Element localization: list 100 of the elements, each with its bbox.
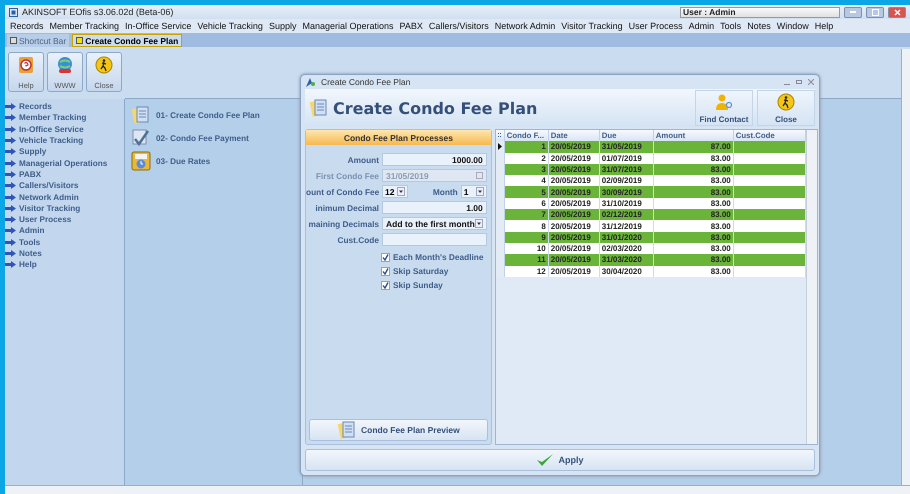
sidebar-item[interactable]: Vehicle Tracking	[5, 134, 124, 146]
close-icon[interactable]	[10, 37, 17, 44]
sidebar-item[interactable]: Managerial Operations	[5, 157, 124, 169]
shortcut-item[interactable]: 01- Create Condo Fee Plan	[131, 105, 296, 125]
restore-button[interactable]	[866, 6, 884, 18]
shortcut-item[interactable]: 03- Due Rates	[131, 151, 296, 171]
menu-item[interactable]: Callers/Visitors	[426, 21, 492, 31]
menu-item[interactable]: Notes	[744, 21, 774, 31]
menu-item[interactable]: Visitor Tracking	[558, 21, 626, 31]
input-field[interactable]	[382, 233, 487, 246]
sidebar-item[interactable]: Records	[5, 101, 124, 112]
sidebar-label: PABX	[19, 170, 42, 179]
menu-item[interactable]: Help	[812, 21, 836, 31]
minimize-button[interactable]	[844, 6, 862, 18]
field-label: Amount	[346, 154, 379, 164]
sidebar-item[interactable]: Help	[5, 259, 124, 270]
arrow-icon	[5, 114, 16, 122]
menu-item[interactable]: Window	[774, 21, 812, 31]
sidebar-item[interactable]: Callers/Visitors	[5, 180, 124, 192]
table-cell: 20/05/2019	[548, 220, 600, 232]
sidebar-label: Member Tracking	[19, 113, 86, 122]
table-row[interactable]: 7 20/05/2019 02/12/2019 83.00	[496, 209, 806, 220]
dropdown-caret-icon[interactable]	[474, 219, 483, 228]
sidebar-label: Callers/Visitors	[19, 181, 78, 190]
table-row[interactable]: 3 20/05/2019 31/07/2019 83.00	[496, 164, 806, 176]
table-cell: 87.00	[654, 141, 734, 153]
sidebar-item[interactable]: In-Office Service	[5, 124, 124, 135]
checkbox[interactable]	[381, 252, 390, 262]
sidebar-item[interactable]: Network Admin	[5, 191, 124, 203]
table-cell: 1	[504, 141, 549, 153]
scrollbar[interactable]	[901, 49, 910, 485]
shortcut-item[interactable]: 02- Condo Fee Payment	[131, 128, 296, 148]
sidebar-label: Network Admin	[19, 192, 79, 202]
menu-item[interactable]: Supply	[266, 21, 300, 31]
menu-item[interactable]: PABX	[396, 21, 426, 31]
tab[interactable]: Create Condo Fee Plan	[72, 34, 182, 47]
close-icon[interactable]	[808, 79, 814, 85]
input-field[interactable]: 1.00	[382, 201, 487, 214]
arrow-icon	[5, 250, 16, 257]
dropdown[interactable]: 12	[382, 185, 408, 198]
sidebar-item[interactable]: Member Tracking	[5, 112, 124, 124]
sidebar-item[interactable]: User Process	[5, 214, 124, 226]
table-row[interactable]: 11 20/05/2019 31/03/2020 83.00	[496, 254, 806, 266]
close-icon[interactable]	[76, 37, 84, 44]
table-cell: 5	[504, 186, 549, 198]
sidebar-label: Admin	[19, 226, 44, 236]
shortcut-label: 01- Create Condo Fee Plan	[156, 110, 260, 120]
menu-item[interactable]: Vehicle Tracking	[194, 21, 266, 31]
walking-figure-icon	[777, 93, 795, 111]
input-field[interactable]: 1000.00	[382, 153, 487, 166]
maximize-icon[interactable]	[796, 79, 802, 85]
field-label: ount of Condo Fee	[306, 186, 379, 196]
checkbox[interactable]	[381, 266, 390, 276]
menu-item[interactable]: Network Admin	[492, 21, 558, 31]
scrollbar[interactable]	[806, 130, 817, 444]
header-button[interactable]: Find Contact	[695, 90, 753, 126]
table-cell: 30/09/2019	[600, 186, 654, 198]
sidebar-item[interactable]: Notes	[5, 248, 124, 260]
checkbox-label: Skip Saturday	[393, 266, 448, 276]
preview-button[interactable]: Condo Fee Plan Preview	[309, 419, 488, 441]
table-row[interactable]: 10 20/05/2019 02/03/2020 83.00	[496, 242, 806, 254]
table-row[interactable]: 5 20/05/2019 30/09/2019 83.00	[496, 186, 806, 198]
menu-item[interactable]: Managerial Operations	[299, 21, 397, 31]
sidebar-item[interactable]: PABX	[5, 168, 124, 180]
table-row[interactable]: 8 20/05/2019 31/12/2019 83.00	[496, 220, 806, 232]
dropdown-caret-icon[interactable]	[397, 187, 405, 196]
tab[interactable]: Shortcut Bar	[7, 34, 70, 47]
table-cell: 20/05/2019	[548, 186, 600, 198]
sidebar-item[interactable]: Admin	[5, 225, 124, 237]
arrow-icon	[5, 227, 16, 234]
scrollbar[interactable]	[5, 485, 910, 494]
documents-icon	[309, 98, 329, 118]
calendar-icon[interactable]	[476, 172, 483, 179]
table-row[interactable]: 1 20/05/2019 31/05/2019 87.00	[496, 141, 806, 153]
menu-item[interactable]: User Process	[626, 21, 686, 31]
header-button[interactable]: Close	[757, 90, 815, 126]
menu-item[interactable]: Admin	[686, 21, 718, 31]
checkmark-icon	[536, 453, 554, 467]
menu-item[interactable]: In-Office Service	[122, 21, 194, 31]
sidebar-item[interactable]: Supply	[5, 146, 124, 158]
menu-item[interactable]: Records	[7, 21, 47, 31]
dropdown[interactable]: 1	[460, 185, 487, 198]
menu-item[interactable]: Tools	[717, 21, 744, 31]
sidebar-item[interactable]: Visitor Tracking	[5, 202, 124, 214]
menu-item[interactable]: Member Tracking	[46, 21, 122, 31]
table-row[interactable]: 12 20/05/2019 30/04/2020 83.00	[496, 266, 806, 277]
table-cell: 83.00	[654, 164, 734, 176]
apply-button[interactable]: Apply	[305, 449, 815, 471]
table-row[interactable]: 6 20/05/2019 31/10/2019 83.00	[496, 198, 806, 210]
checkbox[interactable]	[381, 280, 390, 290]
close-button[interactable]	[888, 6, 906, 18]
table-row[interactable]: 4 20/05/2019 02/09/2019 83.00	[496, 175, 806, 186]
sidebar-item[interactable]: Tools	[5, 236, 124, 248]
sidebar-label: Help	[19, 260, 37, 270]
dropdown-caret-icon[interactable]	[476, 187, 484, 196]
field-label: First Condo Fee	[314, 170, 379, 180]
table-row[interactable]: 2 20/05/2019 01/07/2019 83.00	[496, 152, 806, 164]
dropdown[interactable]: Add to the first month	[382, 217, 487, 230]
table-row[interactable]: 9 20/05/2019 31/01/2020 83.00	[496, 232, 806, 243]
sidebar-label: Records	[19, 102, 52, 112]
